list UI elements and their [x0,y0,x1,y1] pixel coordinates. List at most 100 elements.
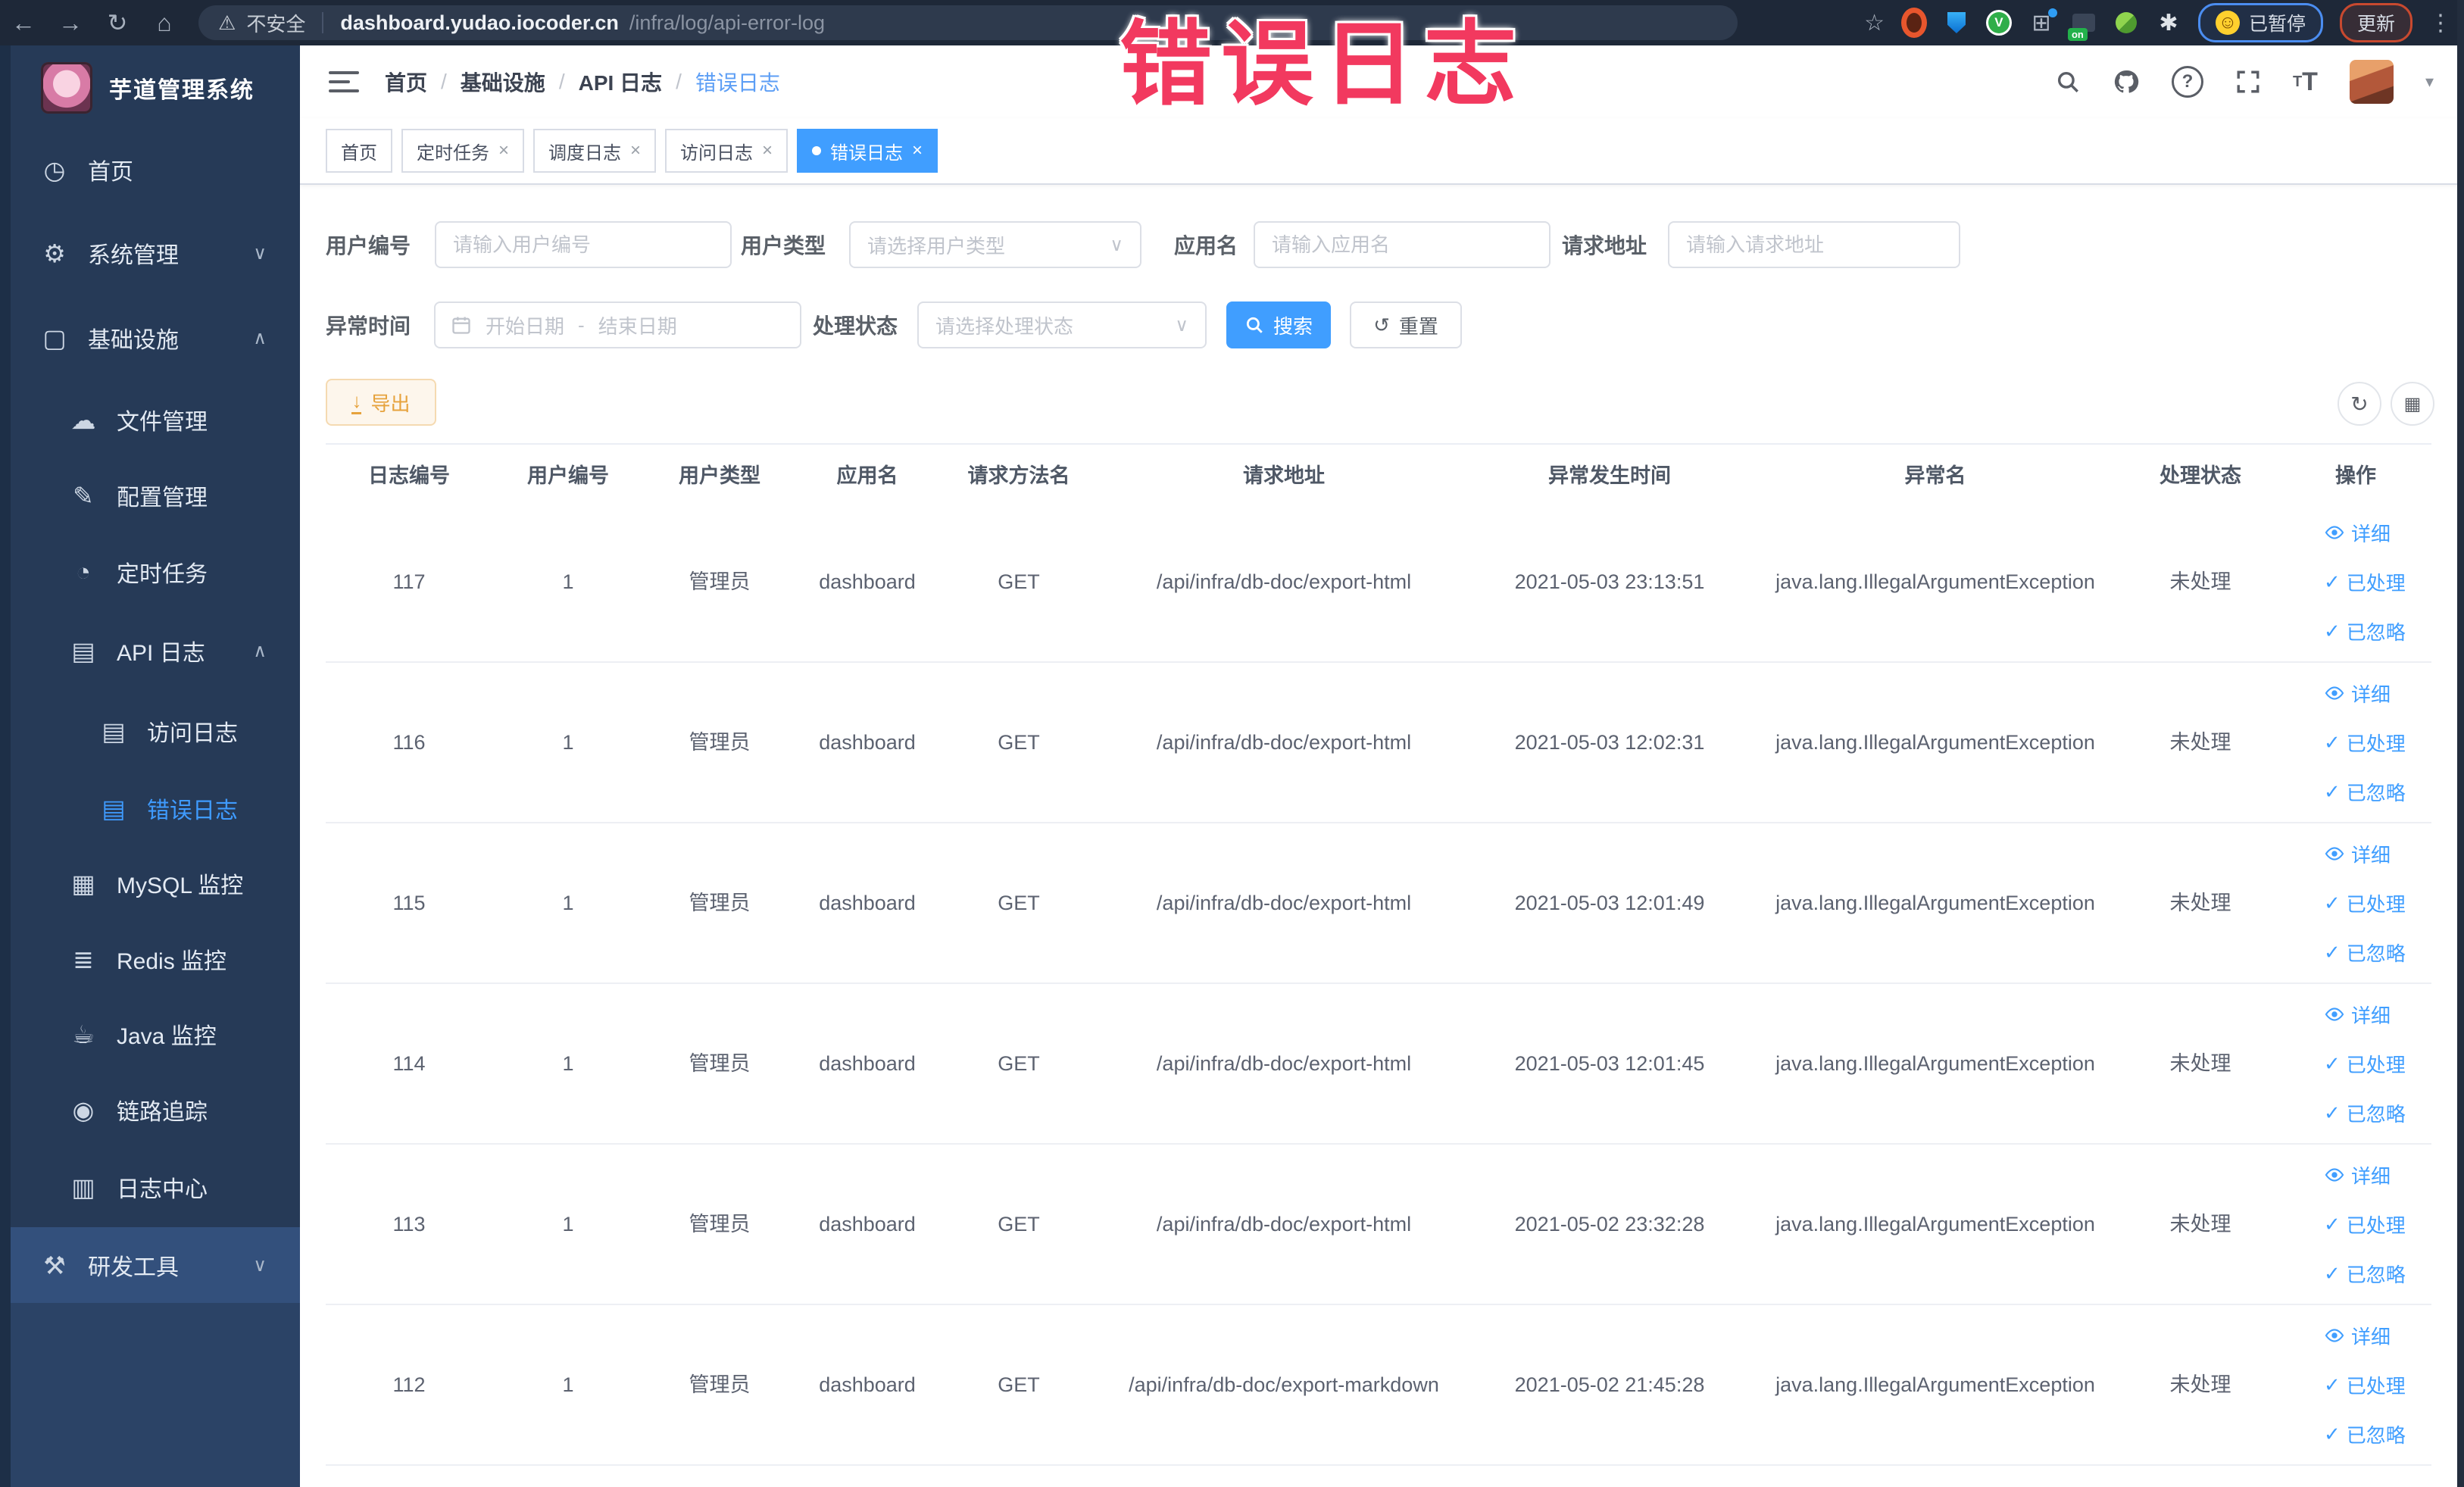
row-action-detail[interactable]: 详细 [2324,519,2391,547]
row-action-processed[interactable]: ✓ 已处理 [2324,1371,2406,1399]
sidebar-item-api-log[interactable]: ▤ API 日志 ∧ [11,613,300,689]
extension-orange-icon[interactable] [1900,8,1927,38]
close-icon[interactable] [498,140,509,161]
row-action-ignored[interactable]: ✓ 已忽略 [2324,1420,2406,1448]
help-icon[interactable]: ? [2171,66,2203,98]
chevron-down-icon: ∨ [253,1254,267,1276]
row-action-ignored[interactable]: ✓ 已忽略 [2324,939,2406,967]
sidebar-scrollbar[interactable] [0,45,11,1487]
extension-green-v-icon[interactable]: V [1985,10,2012,36]
sidebar-item-infrastructure[interactable]: ▢ 基础设施 ∧ [11,300,300,376]
user-menu-caret-icon[interactable]: ▾ [2425,72,2434,92]
tab-access-log[interactable]: 访问日志 [665,129,789,173]
exception-time-range-picker[interactable]: 开始日期 - 结束日期 [434,301,801,348]
sidebar-item-error-log[interactable]: ▤ 错误日志 [11,770,300,846]
avatar[interactable] [2349,60,2394,104]
sidebar-item-dev-tools[interactable]: ⚒ 研发工具 ∨ [0,1227,300,1303]
document-icon: ▤ [71,636,95,665]
sidebar-item-mysql-monitor[interactable]: ▦ MySQL 监控 [11,845,300,921]
row-action-processed[interactable]: ✓ 已处理 [2324,1211,2406,1239]
breadcrumb-infrastructure[interactable]: 基础设施 [461,67,545,97]
cell-status: 未处理 [2169,730,2231,754]
export-button[interactable]: ↓ 导出 [326,379,436,426]
extension-shield-icon[interactable] [1944,10,1969,36]
row-action-processed[interactable]: ✓ 已处理 [2324,889,2406,917]
sidebar-item-label: Redis 监控 [117,949,227,974]
github-icon[interactable] [2113,68,2140,95]
fullscreen-icon[interactable] [2235,69,2261,95]
back-icon[interactable]: ← [0,9,47,37]
extension-on-badge-icon[interactable]: on [2067,10,2097,41]
row-action-processed[interactable]: ✓ 已处理 [2324,729,2406,757]
user-id-input[interactable] [436,223,730,267]
row-action-ignored[interactable]: ✓ 已忽略 [2324,1099,2406,1127]
forward-icon[interactable]: → [47,9,94,37]
request-url-field[interactable] [1668,221,1960,268]
security-warning-icon[interactable]: ⚠ [218,11,236,35]
row-action-processed[interactable]: ✓ 已处理 [2324,1050,2406,1078]
process-status-select[interactable]: 请选择处理状态 ∨ [917,301,1207,348]
row-action-detail[interactable]: 详细 [2324,1161,2391,1189]
extensions-puzzle-icon[interactable]: ✱ [2156,10,2181,36]
close-icon[interactable] [762,140,773,161]
home-icon[interactable]: ⌂ [141,9,188,37]
bookmark-star-icon[interactable]: ☆ [1864,10,1885,36]
app-name-input[interactable] [1255,223,1549,267]
row-action-detail[interactable]: 详细 [2324,840,2391,868]
search-icon[interactable] [2055,69,2081,95]
sidebar-item-label: 链路追踪 [117,1100,208,1125]
table-row[interactable]: 114 1 管理员 dashboard GET /api/infra/db-do… [326,984,2431,1145]
sidebar-item-access-log[interactable]: ▤ 访问日志 [11,693,300,769]
close-icon[interactable] [630,140,641,161]
tab-scheduled-jobs[interactable]: 定时任务 [401,129,525,173]
browser-menu-icon[interactable]: ⋮ [2429,10,2452,36]
row-action-processed[interactable]: ✓ 已处理 [2324,568,2406,596]
row-action-ignored[interactable]: ✓ 已忽略 [2324,617,2406,645]
close-icon[interactable] [912,140,923,161]
breadcrumb-error-log: 错误日志 [695,71,780,95]
sidebar-toggle-icon[interactable] [329,71,359,92]
user-id-field[interactable] [435,221,732,268]
extension-sprout-icon[interactable] [2113,10,2139,36]
row-action-ignored[interactable]: ✓ 已忽略 [2324,1260,2406,1288]
sidebar-item-system-management[interactable]: ⚙ 系统管理 ∨ [11,215,300,291]
font-size-icon[interactable]: TT [2293,67,2318,97]
table-row[interactable]: 117 1 管理员 dashboard GET /api/infra/db-do… [326,502,2431,663]
breadcrumb-home[interactable]: 首页 [385,67,427,97]
app-logo-row[interactable]: 芋道管理系统 [41,62,255,114]
reload-icon[interactable]: ↻ [94,8,141,37]
tab-home[interactable]: 首页 [326,129,392,173]
column-settings-button[interactable]: ▦ [2391,382,2434,426]
user-type-select[interactable]: 请选择用户类型 ∨ [849,221,1141,268]
sidebar-item-config-management[interactable]: ✎ 配置管理 [11,458,300,533]
row-action-detail[interactable]: 详细 [2324,1322,2391,1350]
table-row[interactable]: 115 1 管理员 dashboard GET /api/infra/db-do… [326,823,2431,984]
sidebar-item-file-management[interactable]: ☁ 文件管理 [11,382,300,458]
table-row[interactable]: 113 1 管理员 dashboard GET /api/infra/db-do… [326,1145,2431,1305]
sidebar-item-redis-monitor[interactable]: ≣ Redis 监控 [11,921,300,997]
sidebar-item-java-monitor[interactable]: ☕ Java 监控 [11,996,300,1072]
row-action-detail[interactable]: 详细 [2324,1001,2391,1029]
sidebar-item-log-center[interactable]: ▥ 日志中心 [11,1149,300,1225]
paused-pill[interactable]: ☺ 已暂停 [2197,3,2323,42]
row-actions: 详细 ✓ 已处理 ✓ 已忽略 [2280,679,2431,806]
table-row[interactable]: 112 1 管理员 dashboard GET /api/infra/db-do… [326,1305,2431,1466]
sidebar-item-scheduled-jobs[interactable]: ◔ 定时任务 [11,534,300,610]
refresh-table-button[interactable]: ↻ [2338,382,2381,426]
sidebar-item-tracing[interactable]: ◉ 链路追踪 [11,1072,300,1148]
row-action-detail[interactable]: 详细 [2324,679,2391,708]
search-button[interactable]: 搜索 [1226,301,1331,348]
tab-error-log[interactable]: 错误日志 [797,129,938,173]
breadcrumb-api-log[interactable]: API 日志 [579,67,662,97]
update-button[interactable]: 更新 [2339,3,2412,42]
request-url-input[interactable] [1669,223,1959,267]
tab-schedule-log[interactable]: 调度日志 [533,129,657,173]
table-row[interactable]: 116 1 管理员 dashboard GET /api/infra/db-do… [326,663,2431,823]
sidebar-item-home[interactable]: ◷ 首页 [11,132,300,208]
app-name-field[interactable] [1254,221,1551,268]
extension-grid-icon[interactable]: ⊞ [2028,8,2057,36]
row-actions: 详细 ✓ 已处理 ✓ 已忽略 [2280,840,2431,967]
reset-button[interactable]: ↺ 重置 [1350,301,1462,348]
eye-icon [2324,843,2345,864]
row-action-ignored[interactable]: ✓ 已忽略 [2324,778,2406,806]
